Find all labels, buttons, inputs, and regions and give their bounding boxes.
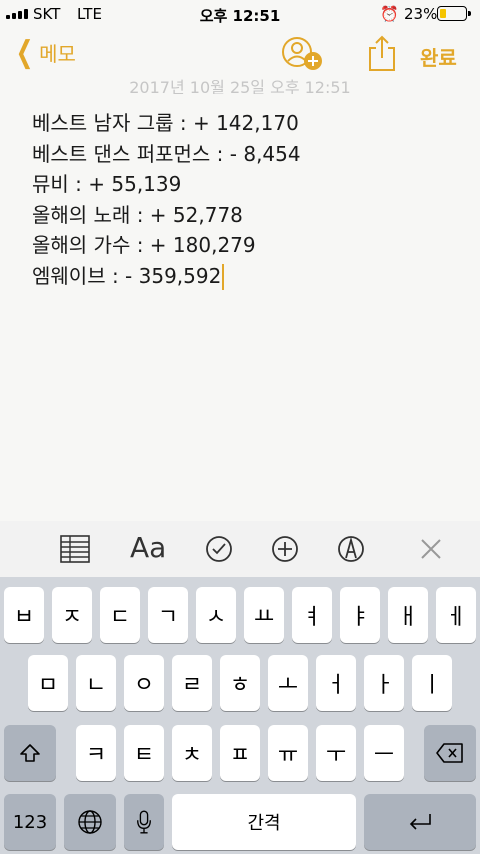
text-cursor bbox=[222, 264, 225, 290]
key[interactable]: ㅡ bbox=[364, 725, 404, 781]
add-people-icon[interactable] bbox=[280, 36, 324, 72]
key[interactable]: ㅌ bbox=[124, 725, 164, 781]
shift-icon bbox=[20, 744, 40, 762]
note-date: 2017년 10월 25일 오후 12:51 bbox=[129, 78, 351, 94]
backspace-icon bbox=[436, 743, 463, 763]
note-line[interactable]: 올해의 노래 : + 52,778 bbox=[32, 200, 452, 231]
key[interactable]: ㅂ bbox=[4, 587, 44, 643]
battery-percent: 23% bbox=[404, 5, 438, 23]
navigation-bar: ❮ 메모 완료 bbox=[0, 28, 480, 78]
markup-icon[interactable] bbox=[333, 531, 369, 567]
key[interactable]: ㅈ bbox=[52, 587, 92, 643]
alarm-icon: ⏰ bbox=[380, 5, 399, 23]
key[interactable]: ㅕ bbox=[292, 587, 332, 643]
key[interactable]: ㅔ bbox=[436, 587, 476, 643]
key[interactable]: ㅑ bbox=[340, 587, 380, 643]
note-toolbar: Aa bbox=[0, 521, 480, 577]
return-key[interactable] bbox=[364, 794, 476, 850]
backspace-key[interactable] bbox=[424, 725, 476, 781]
key[interactable]: ㅅ bbox=[196, 587, 236, 643]
note-line-text[interactable]: 엠웨이브 : - 359,592 bbox=[32, 264, 221, 288]
key[interactable]: ㅓ bbox=[316, 655, 356, 711]
globe-icon bbox=[78, 810, 102, 834]
microphone-icon bbox=[137, 810, 151, 834]
done-button[interactable]: 완료 bbox=[420, 42, 457, 71]
share-icon[interactable] bbox=[367, 34, 397, 72]
key[interactable]: ㅍ bbox=[220, 725, 260, 781]
numbers-key[interactable]: 123 bbox=[4, 794, 56, 850]
shift-key[interactable] bbox=[4, 725, 56, 781]
chevron-left-icon: ❮ bbox=[15, 34, 34, 70]
korean-keyboard: ㅂ ㅈ ㄷ ㄱ ㅅ ㅛ ㅕ ㅑ ㅐ ㅔ ㅁ ㄴ ㅇ ㄹ ㅎ ㅗ ㅓ ㅏ ㅣ ㅋ … bbox=[0, 577, 480, 854]
key[interactable]: ㅎ bbox=[220, 655, 260, 711]
checklist-icon[interactable] bbox=[201, 531, 237, 567]
note-line[interactable]: 베스트 남자 그룹 : + 142,170 bbox=[32, 108, 452, 139]
back-button[interactable]: ❮ 메모 bbox=[12, 34, 76, 70]
key[interactable]: ㅇ bbox=[124, 655, 164, 711]
format-button[interactable]: Aa bbox=[130, 531, 166, 564]
status-bar: SKT LTE 오후 12:51 ⏰ 23% bbox=[0, 0, 480, 28]
key[interactable]: ㅋ bbox=[76, 725, 116, 781]
key[interactable]: ㄷ bbox=[100, 587, 140, 643]
back-label: 메모 bbox=[39, 42, 76, 66]
note-line[interactable]: 뮤비 : + 55,139 bbox=[32, 169, 452, 200]
battery-icon bbox=[437, 6, 471, 21]
key[interactable]: ㅣ bbox=[412, 655, 452, 711]
microphone-key[interactable] bbox=[124, 794, 164, 850]
key[interactable]: ㅏ bbox=[364, 655, 404, 711]
key[interactable]: ㅁ bbox=[28, 655, 68, 711]
key[interactable]: ㄹ bbox=[172, 655, 212, 711]
key[interactable]: ㄱ bbox=[148, 587, 188, 643]
globe-key[interactable] bbox=[64, 794, 116, 850]
key[interactable]: ㅊ bbox=[172, 725, 212, 781]
return-icon bbox=[409, 814, 431, 830]
note-body[interactable]: 베스트 남자 그룹 : + 142,170 베스트 댄스 퍼포먼스 : - 8,… bbox=[32, 108, 452, 291]
close-icon[interactable] bbox=[413, 531, 449, 567]
space-key[interactable]: 간격 bbox=[172, 794, 356, 850]
note-line[interactable]: 올해의 가수 : + 180,279 bbox=[32, 230, 452, 261]
key[interactable]: ㅜ bbox=[316, 725, 356, 781]
table-icon[interactable] bbox=[57, 531, 93, 567]
key[interactable]: ㄴ bbox=[76, 655, 116, 711]
note-line[interactable]: 베스트 댄스 퍼포먼스 : - 8,454 bbox=[32, 139, 452, 170]
key[interactable]: ㅛ bbox=[244, 587, 284, 643]
add-icon[interactable] bbox=[267, 531, 303, 567]
key[interactable]: ㅠ bbox=[268, 725, 308, 781]
key[interactable]: ㅐ bbox=[388, 587, 428, 643]
note-line-last[interactable]: 엠웨이브 : - 359,592 bbox=[32, 261, 452, 292]
key[interactable]: ㅗ bbox=[268, 655, 308, 711]
